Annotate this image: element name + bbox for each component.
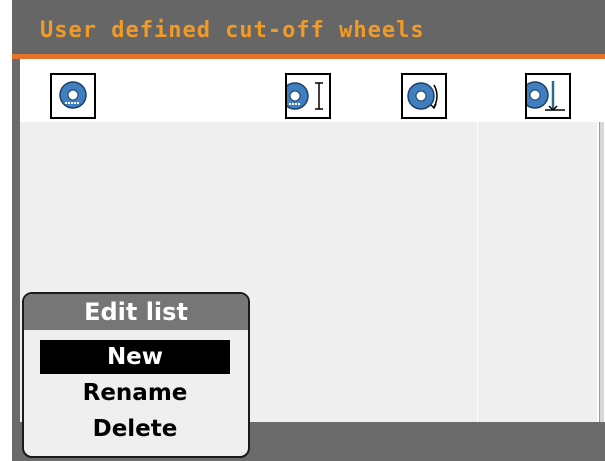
menu-item-new[interactable]: New bbox=[40, 340, 230, 374]
column-header-row bbox=[20, 59, 605, 122]
title-bar: User defined cut-off wheels bbox=[12, 0, 605, 54]
app-screen: User defined cut-off wheels Edit list Ne… bbox=[12, 0, 605, 461]
edit-list-popup: Edit list New Rename Delete bbox=[22, 292, 250, 458]
wheel-diameter-icon[interactable] bbox=[285, 73, 331, 119]
cutoff-wheel-icon[interactable] bbox=[50, 73, 96, 119]
popup-title: Edit list bbox=[24, 294, 248, 330]
wheel-rotation-icon[interactable] bbox=[401, 73, 447, 119]
column-divider bbox=[477, 122, 478, 422]
menu-item-rename[interactable]: Rename bbox=[40, 376, 230, 410]
window-title: User defined cut-off wheels bbox=[40, 18, 425, 43]
menu-item-delete[interactable]: Delete bbox=[40, 412, 230, 446]
wheel-depth-icon[interactable] bbox=[525, 73, 571, 119]
scrollbar[interactable] bbox=[597, 59, 605, 422]
scrollbar-thumb[interactable] bbox=[599, 122, 604, 422]
